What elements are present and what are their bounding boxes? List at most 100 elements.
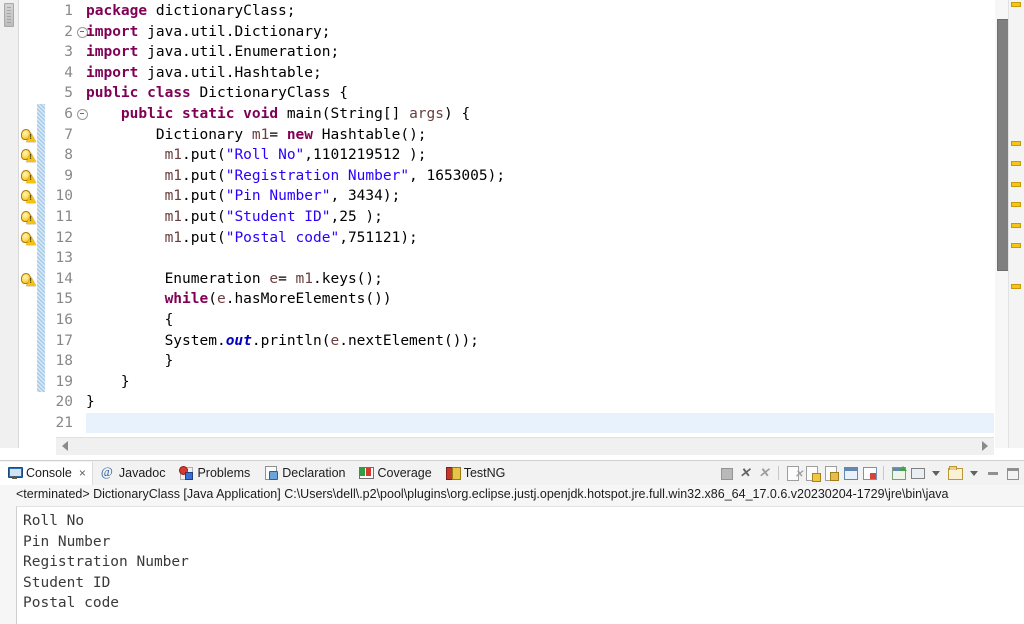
terminate-icon[interactable] [718,465,734,481]
toolbar-separator [778,466,779,480]
remove-all-terminated-icon[interactable]: ✕ [756,465,772,481]
line-number: 13 [55,250,73,267]
editor-left-edge-strip [0,0,19,448]
tab-problems[interactable]: Problems [171,462,256,485]
editor-source-code[interactable]: package dictionaryClass; import java.util… [86,0,994,449]
code-line: { [86,311,174,328]
editor-line-number-ruler: 1 2 3 4 5 6 7 8 9 10 11 12 13 14 15 16 17 18 19 20 21 [45,0,75,448]
overview-warning-marker[interactable] [1011,243,1021,248]
code-line: } [86,373,130,390]
overview-warning-marker[interactable] [1011,223,1021,228]
console-toolbar: ✕ ✕ ✕ [718,463,1020,483]
overview-warning-marker[interactable] [1011,141,1021,146]
warning-marker-icon[interactable] [20,230,36,246]
close-icon[interactable]: × [79,466,86,480]
tab-declaration[interactable]: Declaration [256,462,351,485]
code-line: public static void main(String[] args) { [120,105,471,122]
code-line: System.out.println(e.nextElement()); [164,332,479,349]
maximize-icon[interactable] [1004,465,1020,481]
code-line: package dictionaryClass; [86,3,296,19]
console-output-line: Pin Number [23,533,111,550]
warning-marker-icon[interactable] [20,271,36,287]
java-editor[interactable]: 123456789101112131415161718192021 packag… [0,0,1024,460]
scroll-right-arrow-icon[interactable] [982,441,988,451]
display-selected-console-monitor-icon[interactable] [909,465,925,481]
testng-icon [445,466,461,480]
tab-console[interactable]: Console × [0,461,93,485]
console-launch-status: <terminated> DictionaryClass [Java Appli… [0,485,1024,505]
code-line: } [86,394,95,411]
remove-launch-icon[interactable]: ✕ [737,465,753,481]
editor-horizontal-scrollbar[interactable] [56,437,994,455]
minimize-icon[interactable] [985,465,1001,481]
line-number: 10 [55,188,73,205]
problems-icon [179,466,194,480]
code-line: while(e.hasMoreElements()) [164,291,392,308]
show-console-on-output-icon[interactable] [823,465,839,481]
console-view: Console × Javadoc Problems Declaration Covera… [0,460,1024,624]
line-number: 1 [64,3,73,19]
editor-overview-ruler[interactable] [1008,0,1024,448]
line-number: 21 [55,414,73,431]
tab-label: TestNG [463,466,506,480]
console-output-line: Postal code [23,595,120,612]
console-output-line: Student ID [23,574,111,591]
display-selected-console-icon[interactable] [861,465,877,481]
code-line: m1.put("Registration Number", 1653005); [164,167,506,184]
tab-label: Console [26,466,72,480]
scroll-lock-icon[interactable] [804,465,821,482]
code-line: m1.put("Roll No",1101219512 ); [164,147,427,164]
open-console-icon[interactable] [890,465,907,481]
open-console-dropdown-icon[interactable] [928,465,944,481]
overview-warning-marker[interactable] [1011,2,1021,7]
editor-vertical-scrollbar[interactable] [995,0,1010,448]
editor-drag-handle-icon[interactable] [4,3,14,27]
javadoc-icon [101,464,115,480]
line-number: 9 [64,167,73,184]
quick-diff-changed-bar [37,104,45,393]
tab-label: Javadoc [118,466,166,480]
line-number: 4 [64,64,73,81]
warning-marker-icon[interactable] [20,127,36,143]
line-number: 18 [55,353,73,370]
warning-marker-icon[interactable] [20,188,36,204]
warning-marker-icon[interactable] [20,147,36,163]
overview-warning-marker[interactable] [1011,284,1021,289]
tab-label: Declaration [282,466,346,480]
code-line: public class DictionaryClass { [86,85,348,102]
line-number: 20 [55,394,73,411]
new-console-view-icon[interactable] [947,465,963,481]
clear-console-icon[interactable]: ✕ [785,465,803,481]
overview-warning-marker[interactable] [1011,202,1021,207]
line-number: 14 [55,270,73,287]
tab-coverage[interactable]: Coverage [351,462,437,485]
coverage-icon [359,466,375,480]
declaration-icon [264,466,279,480]
editor-marker-ruler[interactable] [19,0,37,448]
line-number: 6 [64,105,73,122]
overview-warning-marker[interactable] [1011,161,1021,166]
code-line: m1.put("Pin Number", 3434); [164,188,401,205]
tab-javadoc[interactable]: Javadoc [93,462,172,485]
code-line: import java.util.Enumeration; [86,44,340,61]
toolbar-separator [883,466,884,480]
line-number: 11 [55,208,73,225]
warning-marker-icon[interactable] [20,209,36,225]
console-output-text[interactable]: Roll No Pin Number Registration Number Stud… [16,506,1024,624]
line-number: 19 [55,373,73,390]
view-menu-icon[interactable] [966,465,982,481]
scroll-left-arrow-icon[interactable] [62,441,68,451]
overview-warning-marker[interactable] [1011,182,1021,187]
code-line: Enumeration e= m1.keys(); [164,270,383,287]
line-number: 7 [64,126,73,143]
code-line: import java.util.Dictionary; [86,23,331,40]
code-line: Dictionary m1= new Hashtable(); [155,126,427,143]
tab-testng[interactable]: TestNG [438,462,512,485]
warning-marker-icon[interactable] [20,168,36,184]
code-line: } [86,353,174,370]
line-number: 15 [55,291,73,308]
pin-console-icon[interactable] [842,465,858,481]
eclipse-ide-window: 123456789101112131415161718192021 packag… [0,0,1024,624]
